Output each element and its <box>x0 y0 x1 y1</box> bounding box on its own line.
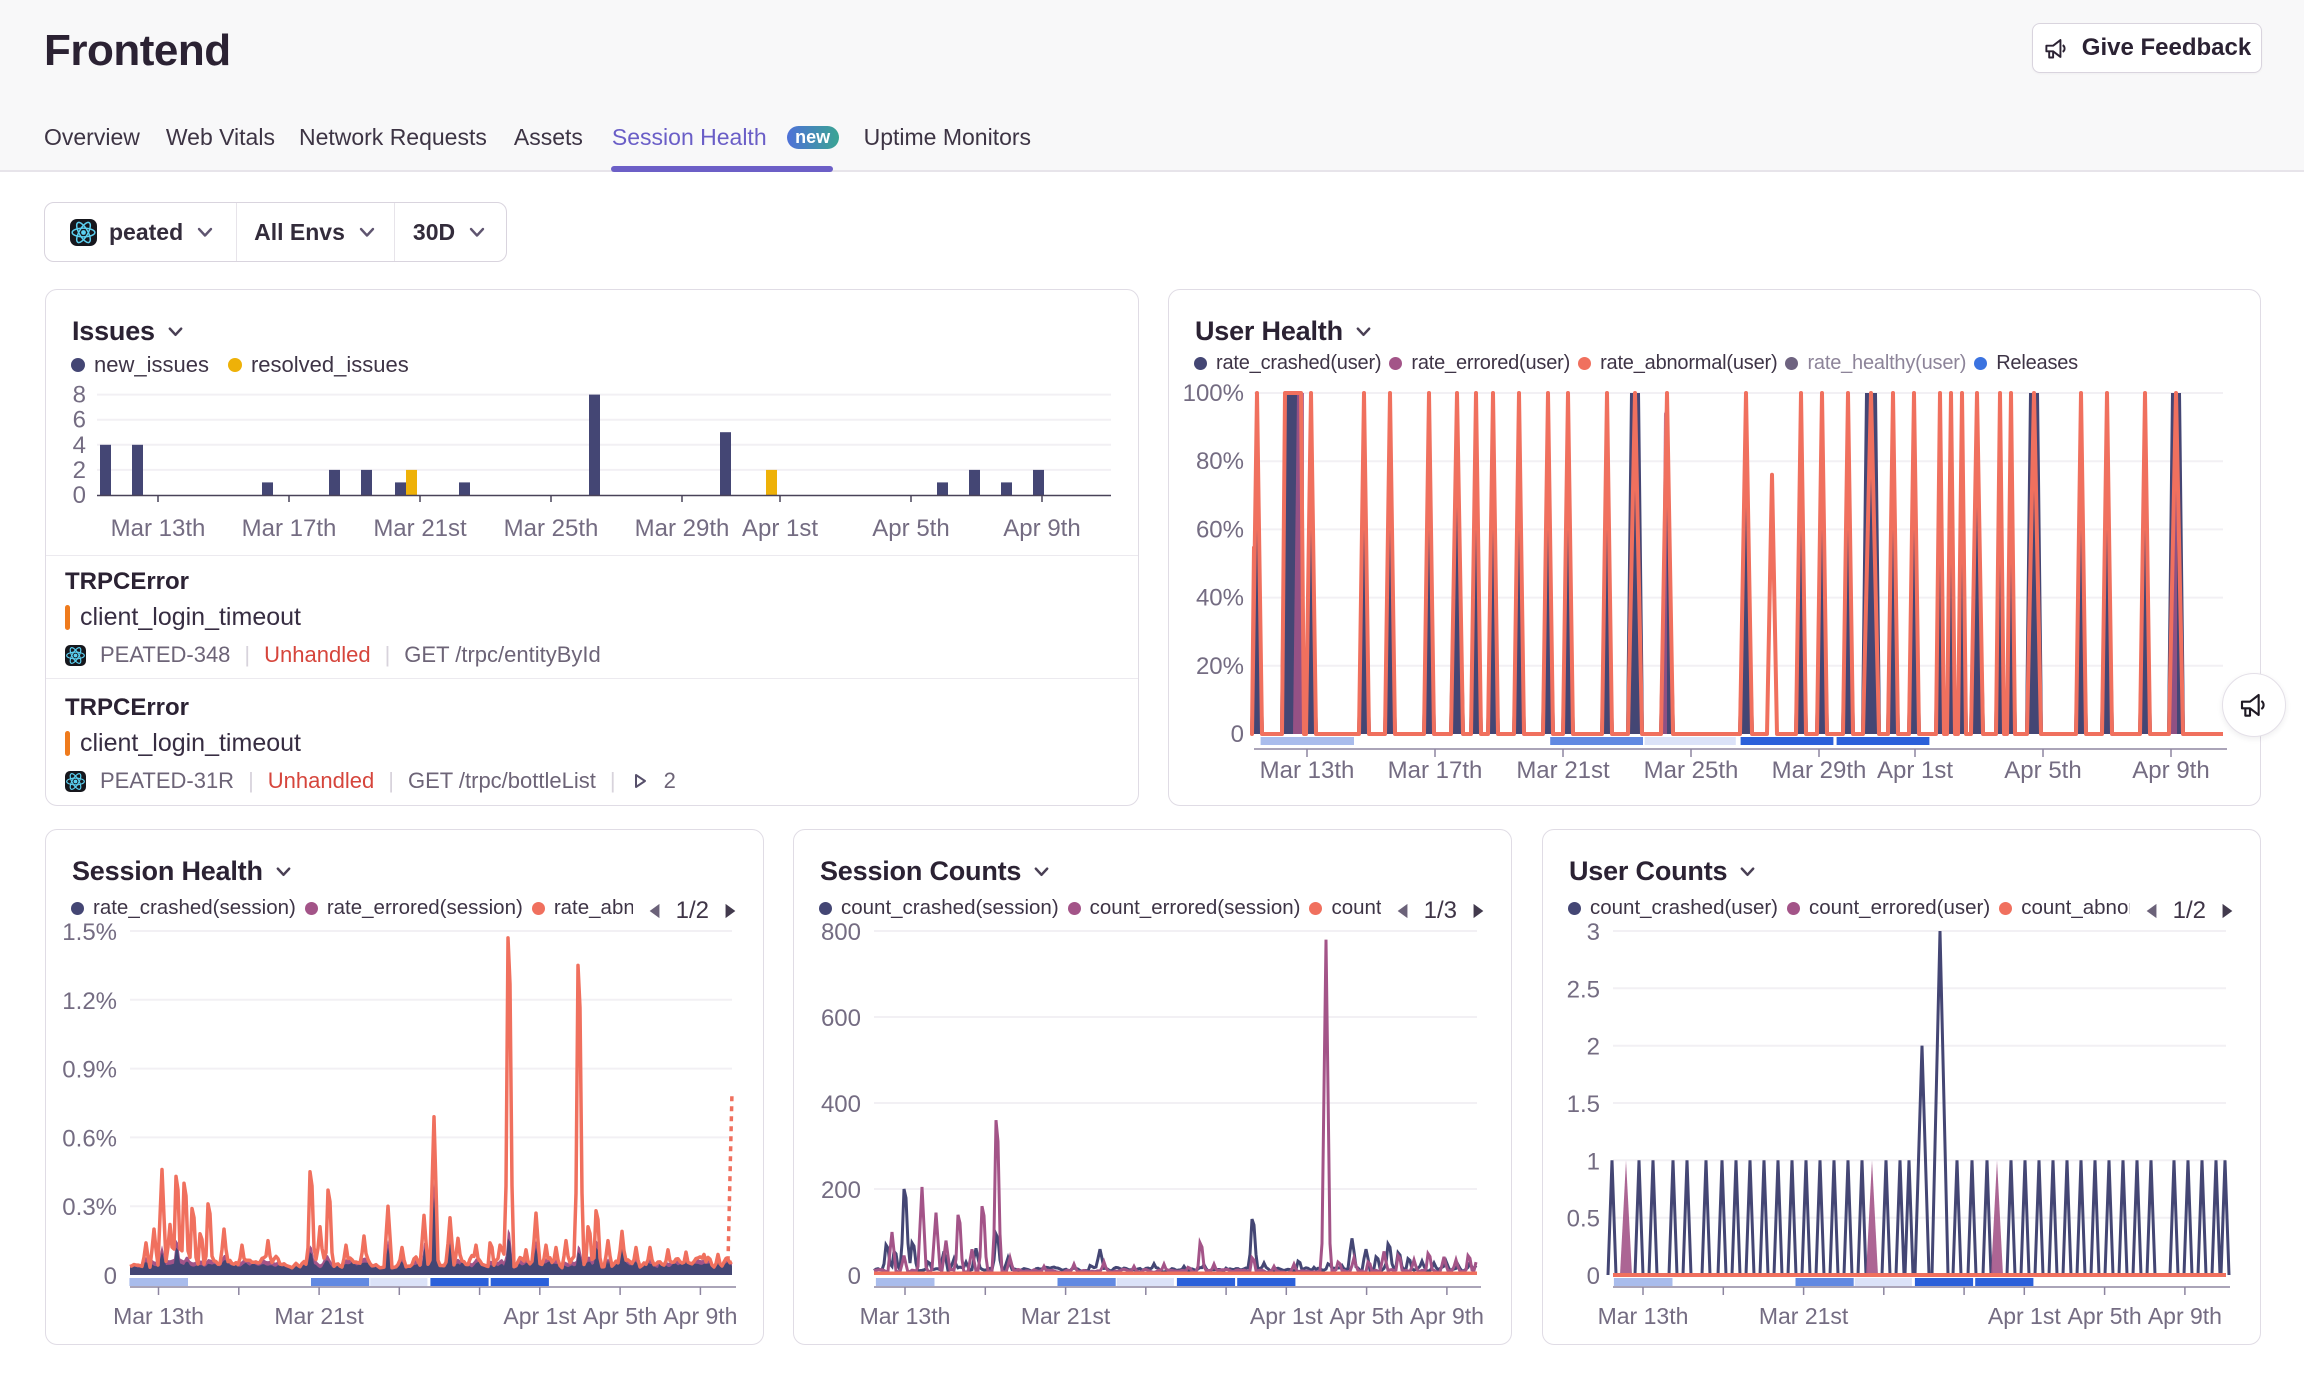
svg-text:Mar 17th: Mar 17th <box>242 515 337 542</box>
svg-text:Mar 13th: Mar 13th <box>860 1303 951 1329</box>
svg-text:80%: 80% <box>1196 448 1244 475</box>
svg-text:Mar 13th: Mar 13th <box>113 1303 204 1329</box>
svg-text:Apr 1st: Apr 1st <box>1988 1303 2061 1329</box>
svg-text:Apr 1st: Apr 1st <box>1250 1303 1323 1329</box>
svg-text:2: 2 <box>73 457 86 484</box>
svg-text:0.5: 0.5 <box>1567 1206 1600 1233</box>
svg-text:Apr 9th: Apr 9th <box>2148 1303 2222 1329</box>
svg-text:Apr 9th: Apr 9th <box>663 1303 737 1329</box>
svg-text:40%: 40% <box>1196 585 1244 612</box>
svg-text:Apr 1st: Apr 1st <box>742 515 818 542</box>
svg-text:60%: 60% <box>1196 516 1244 543</box>
svg-text:0.6%: 0.6% <box>62 1125 117 1152</box>
svg-text:8: 8 <box>73 382 86 409</box>
svg-text:Mar 13th: Mar 13th <box>1260 757 1355 784</box>
svg-text:Mar 21st: Mar 21st <box>1021 1303 1111 1329</box>
svg-text:100%: 100% <box>1183 380 1244 407</box>
svg-text:0: 0 <box>1231 721 1244 748</box>
svg-text:800: 800 <box>821 919 861 946</box>
svg-text:0.9%: 0.9% <box>62 1057 117 1084</box>
svg-text:0: 0 <box>848 1263 861 1290</box>
svg-text:400: 400 <box>821 1091 861 1118</box>
svg-text:200: 200 <box>821 1177 861 1204</box>
svg-text:1.5: 1.5 <box>1567 1091 1600 1118</box>
svg-text:Mar 25th: Mar 25th <box>504 515 599 542</box>
svg-text:Apr 1st: Apr 1st <box>503 1303 576 1329</box>
svg-text:2.5: 2.5 <box>1567 976 1600 1003</box>
svg-text:Apr 9th: Apr 9th <box>2132 757 2209 784</box>
svg-text:3: 3 <box>1587 919 1600 946</box>
svg-text:0.3%: 0.3% <box>62 1194 117 1221</box>
svg-text:4: 4 <box>73 432 86 459</box>
svg-text:1: 1 <box>1587 1148 1600 1175</box>
svg-text:Mar 21st: Mar 21st <box>1516 757 1610 784</box>
svg-text:Mar 29th: Mar 29th <box>635 515 730 542</box>
svg-text:1.5%: 1.5% <box>62 919 117 946</box>
svg-text:600: 600 <box>821 1005 861 1032</box>
svg-text:Apr 9th: Apr 9th <box>1003 515 1080 542</box>
svg-text:Mar 13th: Mar 13th <box>111 515 206 542</box>
svg-text:Apr 5th: Apr 5th <box>1330 1303 1404 1329</box>
svg-text:Mar 29th: Mar 29th <box>1772 757 1867 784</box>
svg-text:20%: 20% <box>1196 653 1244 680</box>
svg-text:Mar 21st: Mar 21st <box>373 515 467 542</box>
svg-text:Apr 5th: Apr 5th <box>583 1303 657 1329</box>
svg-text:Mar 25th: Mar 25th <box>1644 757 1739 784</box>
svg-text:Mar 21st: Mar 21st <box>274 1303 364 1329</box>
svg-text:Mar 13th: Mar 13th <box>1598 1303 1689 1329</box>
svg-text:0: 0 <box>1587 1263 1600 1290</box>
svg-text:Apr 9th: Apr 9th <box>1410 1303 1484 1329</box>
svg-text:2: 2 <box>1587 1034 1600 1061</box>
svg-text:1.2%: 1.2% <box>62 988 117 1015</box>
svg-text:Apr 5th: Apr 5th <box>2068 1303 2142 1329</box>
svg-text:Apr 5th: Apr 5th <box>2004 757 2081 784</box>
svg-text:Mar 21st: Mar 21st <box>1759 1303 1849 1329</box>
svg-text:Mar 17th: Mar 17th <box>1388 757 1483 784</box>
svg-text:6: 6 <box>73 407 86 434</box>
svg-text:0: 0 <box>73 482 86 509</box>
svg-text:0: 0 <box>104 1263 117 1290</box>
svg-text:Apr 1st: Apr 1st <box>1877 757 1953 784</box>
svg-text:Apr 5th: Apr 5th <box>872 515 949 542</box>
